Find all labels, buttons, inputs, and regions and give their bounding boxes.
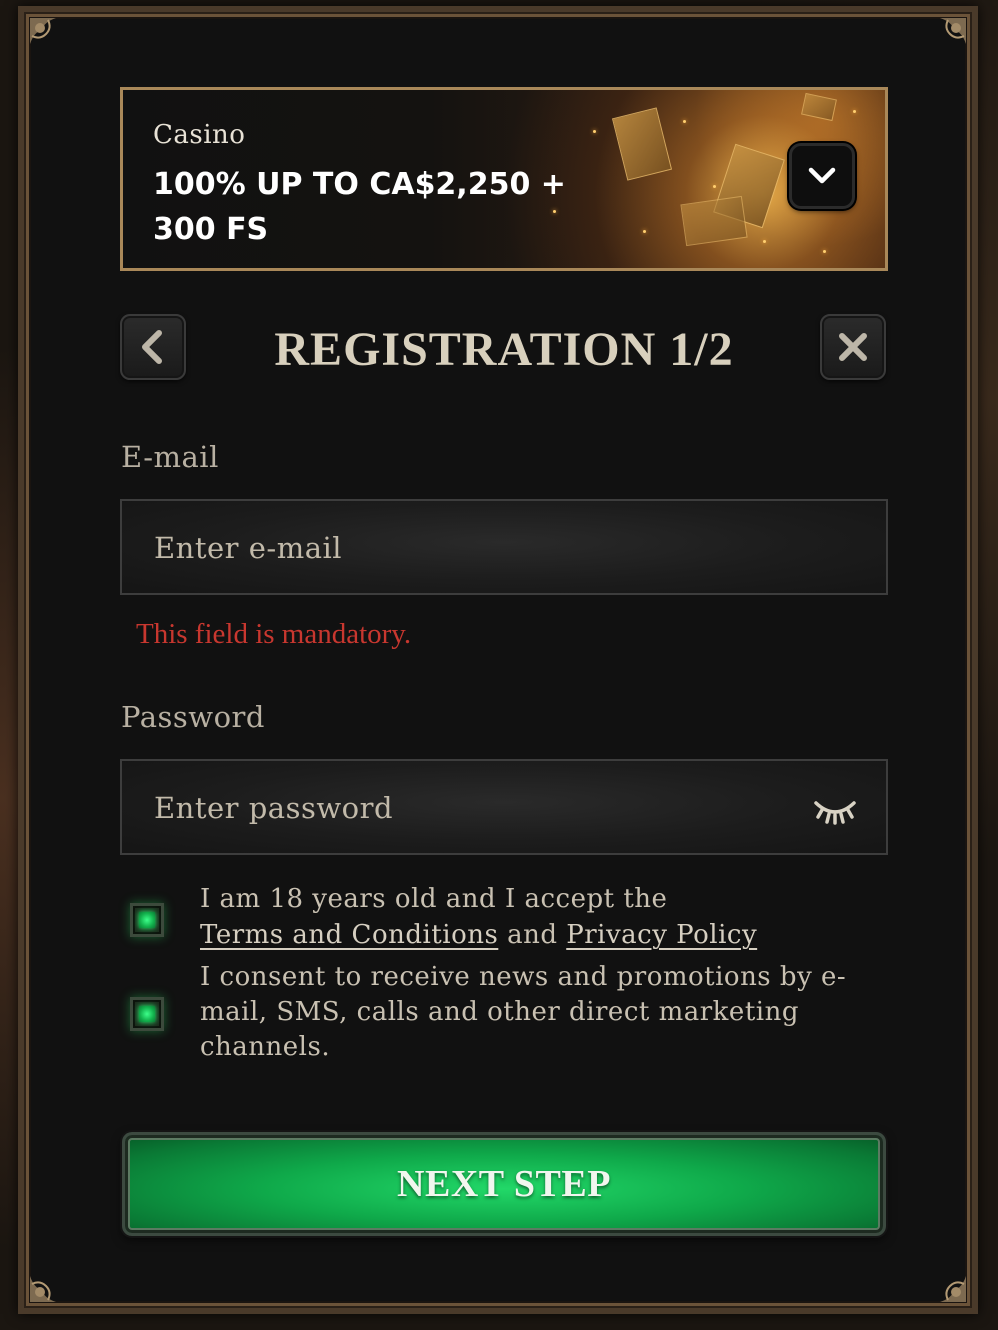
email-field-container [120, 499, 888, 595]
password-input[interactable] [152, 761, 796, 855]
banner-spark [643, 230, 646, 233]
back-button[interactable] [120, 314, 186, 380]
banner-expand-button[interactable] [789, 143, 855, 209]
eye-closed-icon [814, 801, 856, 825]
banner-spark [713, 185, 716, 188]
close-button[interactable] [820, 314, 886, 380]
banner-card-decoration [801, 92, 837, 122]
banner-category: Casino [153, 120, 246, 150]
terms-text-conjunction: and [507, 920, 558, 950]
corner-ornament-icon [924, 14, 970, 60]
email-error-message: This field is mandatory. [136, 618, 412, 650]
marketing-consent-text: I consent to receive news and promotions… [200, 962, 847, 1062]
marketing-checkbox[interactable] [130, 997, 164, 1031]
checkbox-checked-indicator [139, 1006, 155, 1022]
password-visibility-toggle[interactable] [812, 791, 858, 827]
password-field-container [120, 759, 888, 855]
terms-text-prefix: I am 18 years old and I accept the [200, 884, 668, 914]
checkbox-checked-indicator [139, 912, 155, 928]
terms-checkbox[interactable] [130, 903, 164, 937]
email-label: E-mail [121, 440, 219, 474]
page-title: REGISTRATION 1/2 [274, 323, 734, 376]
chevron-left-icon [142, 330, 162, 364]
banner-spark [853, 110, 856, 113]
corner-ornament-icon [26, 1260, 72, 1306]
corner-ornament-icon [26, 14, 72, 60]
corner-ornament-icon [924, 1260, 970, 1306]
banner-spark [763, 240, 766, 243]
next-step-label: NEXT STEP [397, 1163, 611, 1205]
terms-and-conditions-link[interactable]: Terms and Conditions [200, 920, 498, 950]
banner-card-decoration [680, 195, 748, 247]
close-icon [839, 333, 867, 361]
banner-headline: 100% UP TO CA$2,250 + 300 FS [153, 167, 566, 247]
chevron-down-icon [808, 167, 836, 184]
terms-consent-text: I am 18 years old and I accept the Terms… [200, 881, 860, 953]
banner-spark [593, 130, 596, 133]
privacy-policy-link[interactable]: Privacy Policy [566, 920, 757, 950]
password-label: Password [121, 700, 265, 734]
email-input[interactable] [152, 501, 796, 595]
next-step-button[interactable]: NEXT STEP [122, 1132, 886, 1236]
banner-spark [683, 120, 686, 123]
banner-card-decoration [611, 107, 673, 181]
bonus-banner[interactable]: Casino 100% UP TO CA$2,250 + 300 FS [120, 87, 888, 271]
registration-modal: Casino 100% UP TO CA$2,250 + 300 FS REGI… [18, 6, 978, 1314]
banner-spark [823, 250, 826, 253]
